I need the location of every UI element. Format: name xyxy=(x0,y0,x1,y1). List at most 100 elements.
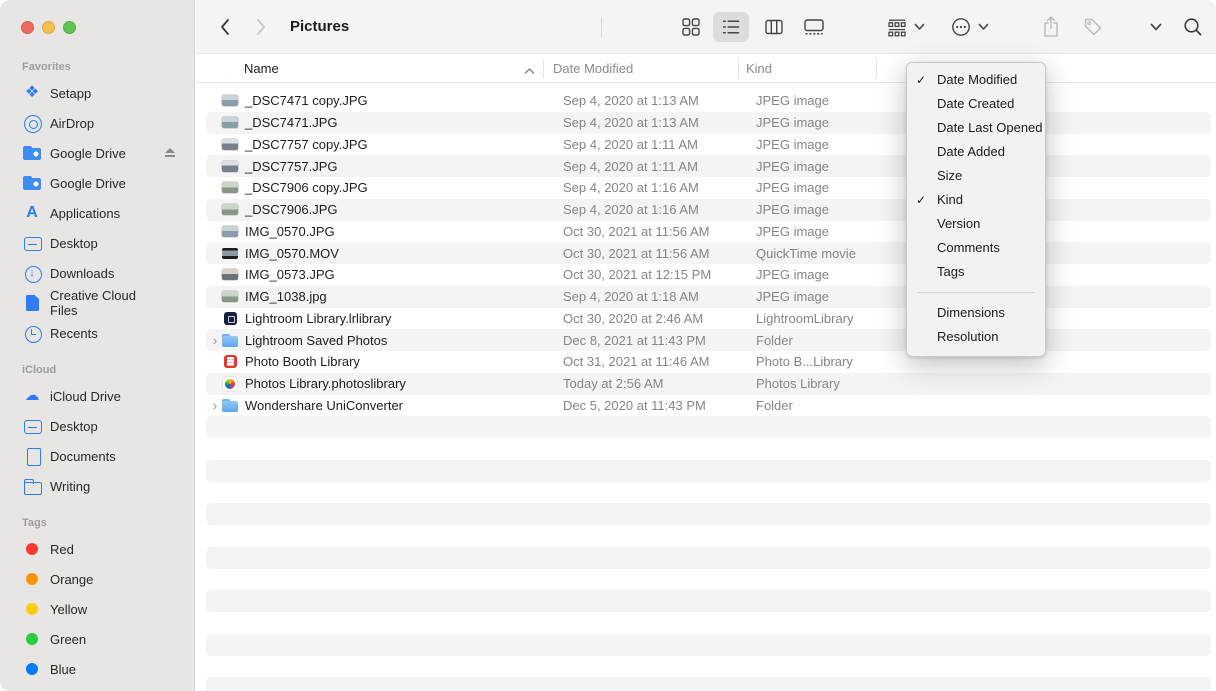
sidebar-tag-item[interactable]: Orange xyxy=(0,564,194,594)
file-row[interactable]: _DSC7757 copy.JPG Sep 4, 2020 at 1:11 AM… xyxy=(206,134,1211,156)
gallery-view-button[interactable] xyxy=(796,12,832,42)
file-row[interactable]: Photo Booth Library Oct 31, 2021 at 11:4… xyxy=(206,351,1211,373)
menu-item[interactable]: Tags xyxy=(907,260,1045,284)
sidebar-item[interactable]: AirDrop xyxy=(0,108,194,138)
disclosure-chevron-icon[interactable]: › xyxy=(209,333,221,348)
eject-icon[interactable] xyxy=(164,88,176,98)
menu-item[interactable]: Date Added xyxy=(907,140,1045,164)
checkmark-icon: ✓ xyxy=(916,68,932,92)
menu-item[interactable]: Date Created xyxy=(907,92,1045,116)
tag-button[interactable] xyxy=(1079,12,1107,42)
eject-icon[interactable] xyxy=(164,118,176,128)
sidebar-item[interactable]: Creative Cloud Files xyxy=(0,288,194,318)
ellipsis-circle-icon xyxy=(950,16,972,38)
sidebar-tag-item[interactable]: Green xyxy=(0,624,194,654)
column-header-date-modified[interactable]: Date Modified xyxy=(553,54,633,83)
file-row[interactable]: IMG_0570.MOV Oct 30, 2021 at 11:56 AM Qu… xyxy=(206,242,1211,264)
column-separator[interactable] xyxy=(543,59,544,78)
column-header-name[interactable]: Name xyxy=(244,54,279,83)
file-row[interactable]: › Wondershare UniConverter Dec 5, 2020 a… xyxy=(206,395,1211,417)
sidebar-item[interactable]: Google Drive xyxy=(0,138,194,168)
list-view-button[interactable] xyxy=(713,12,749,42)
more-options-button[interactable] xyxy=(943,12,995,42)
search-button[interactable] xyxy=(1179,12,1207,42)
group-button[interactable] xyxy=(879,12,931,42)
file-name: Wondershare UniConverter xyxy=(245,398,403,413)
eject-icon[interactable] xyxy=(164,328,176,338)
gallery-view-icon xyxy=(803,17,825,37)
section-label: iCloud xyxy=(0,359,194,381)
sidebar-item[interactable]: Desktop xyxy=(0,411,194,441)
file-row[interactable]: › Lightroom Saved Photos Dec 8, 2021 at … xyxy=(206,329,1211,351)
file-row[interactable]: IMG_0573.JPG Oct 30, 2021 at 12:15 PM JP… xyxy=(206,264,1211,286)
empty-row xyxy=(206,656,1211,678)
grid-view-icon xyxy=(681,17,701,37)
column-options-menu: ✓ Date Modified Date Created Date Last O… xyxy=(906,62,1046,357)
forward-chevron-icon xyxy=(255,18,267,36)
empty-row xyxy=(206,416,1211,438)
menu-item[interactable]: ✓ Kind xyxy=(907,188,1045,212)
column-separator[interactable] xyxy=(738,59,739,78)
menu-item[interactable]: Resolution xyxy=(907,325,1045,349)
sidebar-item[interactable]: Applications xyxy=(0,198,194,228)
menu-item[interactable]: Dimensions xyxy=(907,301,1045,325)
file-kind: JPEG image xyxy=(756,289,829,304)
zoom-button[interactable] xyxy=(63,21,76,34)
menu-item[interactable]: Version xyxy=(907,212,1045,236)
file-date-modified: Oct 30, 2021 at 11:56 AM xyxy=(563,224,709,239)
file-row[interactable]: _DSC7471 copy.JPG Sep 4, 2020 at 1:13 AM… xyxy=(206,90,1211,112)
sidebar-item[interactable]: Downloads xyxy=(0,258,194,288)
file-row[interactable]: _DSC7906.JPG Sep 4, 2020 at 1:16 AM JPEG… xyxy=(206,199,1211,221)
eject-icon[interactable] xyxy=(164,298,176,308)
column-view-button[interactable] xyxy=(756,12,792,42)
menu-item[interactable]: Comments xyxy=(907,236,1045,260)
menu-item-label: Comments xyxy=(937,240,1000,255)
column-separator[interactable] xyxy=(876,59,877,78)
file-icon xyxy=(222,332,238,348)
file-row[interactable]: _DSC7906 copy.JPG Sep 4, 2020 at 1:16 AM… xyxy=(206,177,1211,199)
file-icon xyxy=(222,136,238,152)
column-header-kind[interactable]: Kind xyxy=(746,54,772,83)
file-row[interactable]: Photos Library.photoslibrary Today at 2:… xyxy=(206,373,1211,395)
eject-icon[interactable] xyxy=(164,268,176,278)
back-button[interactable] xyxy=(212,12,238,42)
menu-item[interactable]: Size xyxy=(907,164,1045,188)
file-row[interactable]: Lightroom Library.lrlibrary Oct 30, 2020… xyxy=(206,308,1211,330)
file-row[interactable]: _DSC7757.JPG Sep 4, 2020 at 1:11 AM JPEG… xyxy=(206,155,1211,177)
sidebar-item[interactable]: Setapp xyxy=(0,78,194,108)
file-date-modified: Today at 2:56 AM xyxy=(563,376,663,391)
file-row[interactable]: IMG_0570.JPG Oct 30, 2021 at 11:56 AM JP… xyxy=(206,221,1211,243)
file-date-modified: Sep 4, 2020 at 1:11 AM xyxy=(563,159,698,174)
sidebar-item[interactable]: Documents xyxy=(0,441,194,471)
list-header: Name Date Modified Kind xyxy=(196,54,1216,83)
sidebar-item-label: Desktop xyxy=(50,419,98,434)
eject-icon[interactable] xyxy=(164,148,176,158)
sidebar-item[interactable]: Google Drive xyxy=(0,168,194,198)
sidebar-item[interactable]: Writing xyxy=(0,471,194,501)
eject-icon[interactable] xyxy=(164,178,176,188)
tag-color-dot xyxy=(26,543,38,555)
forward-button[interactable] xyxy=(248,12,274,42)
sidebar-item[interactable]: iCloud Drive xyxy=(0,381,194,411)
minimize-button[interactable] xyxy=(42,21,55,34)
file-row[interactable]: _DSC7471.JPG Sep 4, 2020 at 1:13 AM JPEG… xyxy=(206,112,1211,134)
eject-icon[interactable] xyxy=(164,208,176,218)
file-kind: JPEG image xyxy=(756,202,829,217)
toolbar-overflow-button[interactable] xyxy=(1144,12,1168,42)
sidebar-item-label: Applications xyxy=(50,206,120,221)
sidebar-tag-item[interactable]: Red xyxy=(0,534,194,564)
sidebar-item[interactable]: Recents xyxy=(0,318,194,348)
menu-item[interactable]: Date Last Opened xyxy=(907,116,1045,140)
file-row[interactable]: IMG_1038.jpg Sep 4, 2020 at 1:18 AM JPEG… xyxy=(206,286,1211,308)
sidebar-tag-item[interactable]: Yellow xyxy=(0,594,194,624)
sidebar-tag-item[interactable]: Blue xyxy=(0,654,194,684)
close-button[interactable] xyxy=(21,21,34,34)
sidebar-item[interactable]: Desktop xyxy=(0,228,194,258)
file-name: IMG_0570.MOV xyxy=(245,246,339,261)
menu-item[interactable]: ✓ Date Modified xyxy=(907,68,1045,92)
empty-row xyxy=(206,677,1211,691)
icon-view-button[interactable] xyxy=(673,12,709,42)
eject-icon[interactable] xyxy=(164,238,176,248)
share-button[interactable] xyxy=(1037,12,1065,42)
disclosure-chevron-icon[interactable]: › xyxy=(209,398,221,413)
